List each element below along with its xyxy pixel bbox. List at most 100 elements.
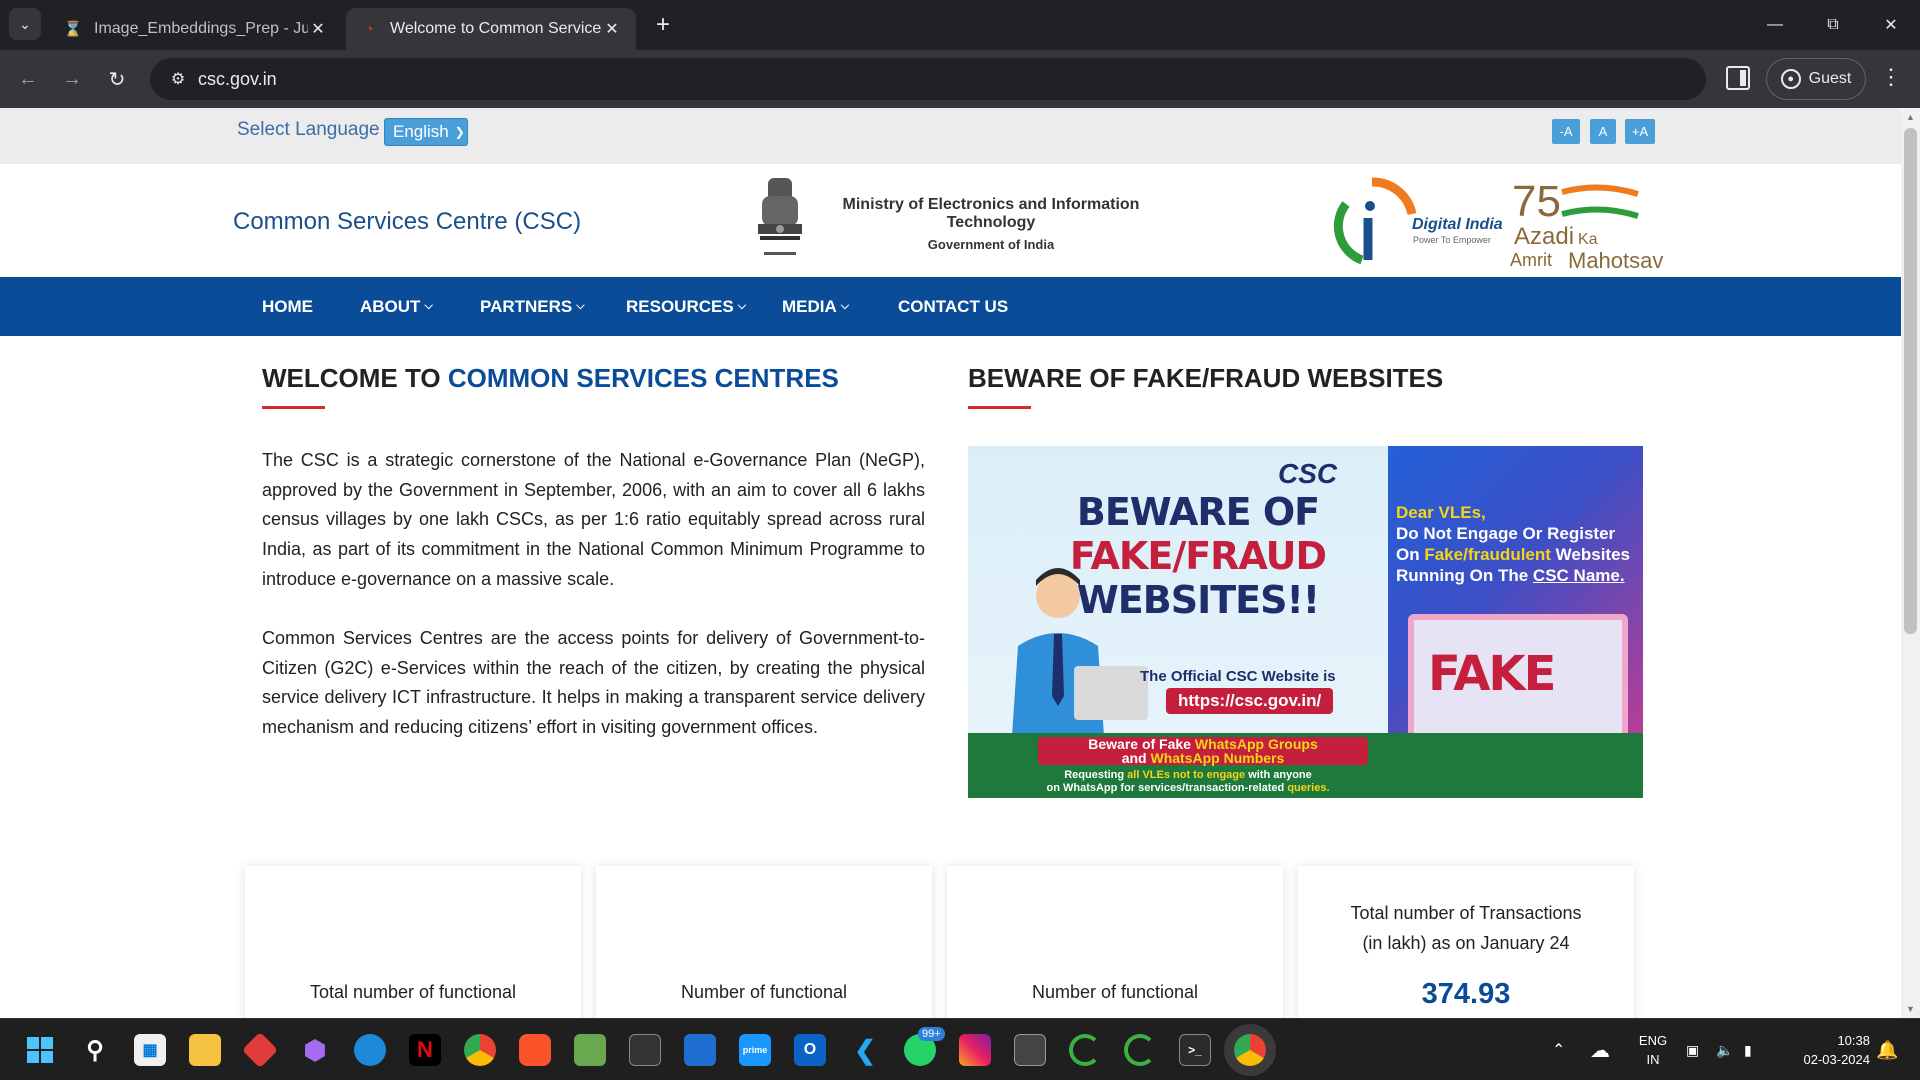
chevron-down-icon: ⌵	[840, 300, 850, 312]
windows-start-icon[interactable]	[24, 1034, 56, 1066]
req-part: on WhatsApp for services/transaction-rel…	[1046, 782, 1288, 794]
page-scrollbar[interactable]: ▲ ▼	[1901, 108, 1920, 1018]
font-increase-button[interactable]: +A	[1625, 119, 1655, 144]
req-part: Requesting	[1064, 769, 1128, 781]
national-emblem-icon	[758, 178, 802, 255]
instagram-icon[interactable]	[959, 1034, 991, 1066]
close-tab-icon[interactable]: ✕	[308, 19, 328, 39]
nav-contact-us[interactable]: CONTACT US	[898, 277, 1008, 336]
tab-search-button[interactable]: ⌄	[9, 8, 41, 40]
banner-csc-logo: CSC	[1278, 458, 1338, 489]
chevron-down-icon: ⌵	[576, 300, 585, 312]
language-select[interactable]: English ❯	[384, 118, 468, 146]
font-reset-button[interactable]: A	[1590, 119, 1616, 144]
store-icon[interactable]: ▦	[134, 1034, 166, 1066]
network-icon[interactable]: ▣	[1686, 1019, 1699, 1080]
font-decrease-button[interactable]: -A	[1552, 119, 1580, 144]
file-explorer-icon[interactable]	[189, 1034, 221, 1066]
copilot-icon[interactable]: ⬢	[299, 1034, 331, 1066]
beware-line1: BEWARE OF	[1076, 490, 1320, 534]
reload-icon: ↻	[108, 68, 126, 91]
welcome-prefix: WELCOME TO	[262, 363, 448, 393]
site-title-link[interactable]: Common Services Centre (CSC)	[233, 208, 581, 236]
edge-icon[interactable]	[354, 1034, 386, 1066]
forward-button[interactable]: →	[55, 62, 89, 96]
aka-ka: Ka	[1578, 231, 1598, 248]
powershell-icon[interactable]: >_	[1179, 1034, 1211, 1066]
nav-resources[interactable]: RESOURCES ⌵	[626, 277, 746, 336]
onedrive-cloud-icon[interactable]: ☁	[1590, 1019, 1610, 1080]
loader-app-icon-2[interactable]	[1124, 1034, 1156, 1066]
nav-home[interactable]: HOME	[262, 277, 313, 336]
site-info-icon[interactable]: ⚙	[158, 69, 198, 89]
banner-official-text: The Official CSC Website is	[1140, 668, 1336, 685]
loader-app-icon-1[interactable]	[1069, 1034, 1101, 1066]
new-tab-button[interactable]: +	[648, 10, 678, 40]
page-viewport: Select Language : English ❯ -A A +A Comm…	[0, 108, 1920, 1018]
banner-beware-text: BEWARE OF FAKE/FRAUD WEBSITES!!	[1038, 490, 1358, 622]
nav-partners[interactable]: PARTNERS ⌵	[480, 277, 585, 336]
person-icon: ●	[1780, 69, 1801, 89]
nav-label: ABOUT	[360, 296, 421, 316]
scroll-up-icon[interactable]: ▲	[1901, 108, 1920, 126]
input-language[interactable]: ENG IN	[1635, 1031, 1671, 1069]
digital-india-logo-icon[interactable]	[1332, 174, 1422, 268]
reload-button[interactable]: ↻	[100, 62, 134, 96]
outlook-icon[interactable]: O	[794, 1034, 826, 1066]
intro-paragraph: The CSC is a strategic cornerstone of th…	[262, 450, 925, 589]
nav-about[interactable]: ABOUT ⌵	[360, 277, 433, 336]
profile-button[interactable]: ● Guest	[1766, 58, 1866, 100]
battery-icon[interactable]: ▮	[1744, 1019, 1752, 1080]
back-button[interactable]: ←	[11, 62, 45, 96]
restore-button[interactable]: ⧉	[1804, 0, 1862, 50]
image-editor-icon[interactable]	[574, 1034, 606, 1066]
tab-jupyter[interactable]: ⌛ Image_Embeddings_Prep - Jupy ✕	[50, 8, 342, 50]
chrome-active-icon[interactable]	[1234, 1034, 1266, 1066]
vscode-icon[interactable]: ❮	[849, 1034, 881, 1066]
chevron-down-icon: ⌵	[737, 300, 747, 312]
lang-line1: ENG	[1638, 1033, 1668, 1048]
scroll-down-icon[interactable]: ▼	[1901, 1000, 1920, 1018]
chrome-icon[interactable]	[464, 1034, 496, 1066]
dear-line3-highlight: Fake/fraudulent	[1424, 545, 1551, 564]
side-panel-icon[interactable]	[1726, 66, 1750, 90]
system-clock[interactable]: 10:38 02-03-2024	[1780, 1031, 1871, 1069]
minimize-button[interactable]: —	[1746, 0, 1804, 50]
ministry-block: Ministry of Electronics and Information …	[808, 196, 1174, 252]
stat-card-functional-2: Number of functional	[947, 866, 1283, 1018]
tab-csc[interactable]: ◔ Welcome to Common Services ✕	[346, 8, 636, 50]
digital-india-text: Digital India	[1412, 216, 1503, 233]
notification-bell-icon[interactable]: 🔔	[1876, 1019, 1898, 1080]
fraud-warning-banner[interactable]: CSC BEWARE OF FAKE/FRAUD WEBSITES!! The …	[968, 446, 1643, 798]
arrow-left-icon: ←	[18, 67, 38, 90]
notes-app-icon[interactable]	[684, 1034, 716, 1066]
address-bar[interactable]: ⚙ csc.gov.in	[150, 58, 1706, 100]
terminal-window-icon[interactable]	[629, 1034, 661, 1066]
site-header: Common Services Centre (CSC) Ministry of…	[0, 164, 1901, 277]
stat-card-functional-1: Number of functional	[596, 866, 932, 1018]
tab-strip: ⌄ ⌛ Image_Embeddings_Prep - Jupy ✕ ◔ Wel…	[0, 0, 1920, 50]
close-window-button[interactable]: ✕	[1862, 0, 1920, 50]
stat-card-label: Number of functional	[680, 982, 848, 1002]
app-window-icon[interactable]	[1014, 1034, 1046, 1066]
language-bar: Select Language : English ❯ -A A +A	[0, 108, 1901, 164]
menu-kebab-icon[interactable]: ⋮	[1880, 64, 1902, 90]
banner-official-url: https://csc.gov.in/	[1166, 688, 1334, 714]
clock-time: 10:38	[1837, 1033, 1870, 1048]
brave-icon[interactable]	[519, 1034, 551, 1066]
nav-media[interactable]: MEDIA ⌵	[782, 277, 849, 336]
nav-label: RESOURCES	[626, 296, 734, 316]
prime-video-icon[interactable]: prime	[739, 1034, 771, 1066]
app-red-diamond-icon[interactable]	[241, 1031, 279, 1069]
dear-line3: On Fake/fraudulent Websites	[1396, 544, 1636, 565]
chevron-up-icon[interactable]: ⌃	[1552, 1019, 1565, 1080]
netflix-icon[interactable]: N	[409, 1034, 441, 1066]
volume-muted-icon[interactable]: 🔈	[1716, 1019, 1733, 1080]
beware-heading: BEWARE OF FAKE/FRAUD WEBSITES	[968, 363, 1444, 393]
whatsapp-warning: Beware of Fake WhatsApp Groups and Whats…	[1038, 737, 1368, 765]
search-icon[interactable]: ⚲	[79, 1034, 111, 1066]
scrollbar-thumb[interactable]	[1904, 128, 1917, 634]
close-tab-icon[interactable]: ✕	[602, 19, 622, 39]
chevron-down-icon: ❯	[454, 125, 465, 139]
whatsapp-request-text: Requesting all VLEs not to engage with a…	[1008, 769, 1368, 795]
